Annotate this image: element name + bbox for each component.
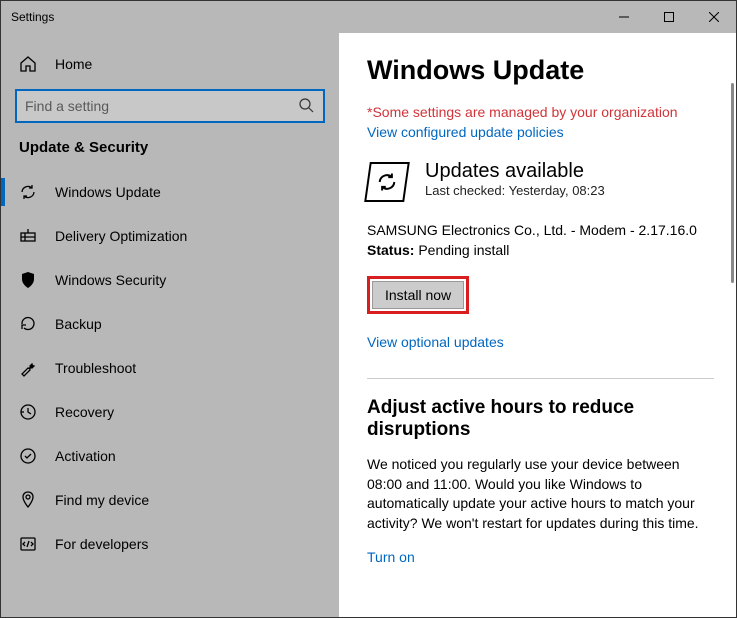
title-bar: Settings — [1, 1, 736, 33]
update-icon — [364, 162, 410, 202]
search-input-container[interactable] — [15, 89, 325, 123]
status-line: Status: Pending install — [367, 242, 714, 258]
nav-for-developers[interactable]: For developers — [1, 522, 339, 566]
maximize-button[interactable] — [646, 1, 691, 33]
nav-list: Windows Update Delivery Optimization Win… — [1, 170, 339, 617]
nav-label: Find my device — [55, 492, 149, 508]
active-hours-body: We noticed you regularly use your device… — [367, 455, 714, 533]
nav-label: Windows Security — [55, 272, 166, 288]
delivery-icon — [19, 227, 37, 245]
nav-label: Windows Update — [55, 184, 161, 200]
managed-notice: *Some settings are managed by your organ… — [367, 104, 714, 120]
page-title: Windows Update — [367, 55, 714, 86]
recovery-icon — [19, 403, 37, 421]
close-button[interactable] — [691, 1, 736, 33]
optional-updates-link[interactable]: View optional updates — [367, 334, 714, 350]
policy-link[interactable]: View configured update policies — [367, 124, 714, 140]
window-controls — [601, 1, 736, 33]
window-title: Settings — [1, 10, 54, 24]
home-nav[interactable]: Home — [1, 45, 339, 83]
scrollbar[interactable] — [731, 83, 734, 283]
nav-windows-update[interactable]: Windows Update — [1, 170, 339, 214]
driver-name: SAMSUNG Electronics Co., Ltd. - Modem - … — [367, 222, 714, 238]
nav-delivery-optimization[interactable]: Delivery Optimization — [1, 214, 339, 258]
search-input[interactable] — [25, 98, 299, 114]
nav-windows-security[interactable]: Windows Security — [1, 258, 339, 302]
check-icon — [19, 447, 37, 465]
turn-on-link[interactable]: Turn on — [367, 549, 415, 565]
wrench-icon — [19, 359, 37, 377]
nav-label: For developers — [55, 536, 148, 552]
updates-heading: Updates available — [425, 160, 605, 183]
nav-label: Backup — [55, 316, 102, 332]
sidebar: Home Update & Security Windows Update De… — [1, 33, 339, 617]
sync-icon — [19, 183, 37, 201]
nav-label: Delivery Optimization — [55, 228, 187, 244]
code-icon — [19, 535, 37, 553]
content-pane: Windows Update *Some settings are manage… — [339, 33, 736, 617]
backup-icon — [19, 315, 37, 333]
home-icon — [19, 55, 37, 73]
nav-label: Recovery — [55, 404, 114, 420]
section-divider — [367, 378, 714, 379]
shield-icon — [19, 271, 37, 289]
install-now-button[interactable]: Install now — [372, 281, 464, 309]
home-label: Home — [55, 56, 92, 72]
minimize-button[interactable] — [601, 1, 646, 33]
install-highlight: Install now — [367, 276, 469, 314]
nav-label: Troubleshoot — [55, 360, 136, 376]
search-icon — [299, 98, 315, 114]
location-icon — [19, 491, 37, 509]
update-status-row: Updates available Last checked: Yesterda… — [367, 160, 714, 202]
category-heading: Update & Security — [1, 139, 339, 170]
nav-label: Activation — [55, 448, 116, 464]
nav-find-my-device[interactable]: Find my device — [1, 478, 339, 522]
last-checked: Last checked: Yesterday, 08:23 — [425, 183, 605, 198]
nav-activation[interactable]: Activation — [1, 434, 339, 478]
nav-recovery[interactable]: Recovery — [1, 390, 339, 434]
nav-backup[interactable]: Backup — [1, 302, 339, 346]
active-hours-heading: Adjust active hours to reduce disruption… — [367, 397, 714, 441]
nav-troubleshoot[interactable]: Troubleshoot — [1, 346, 339, 390]
